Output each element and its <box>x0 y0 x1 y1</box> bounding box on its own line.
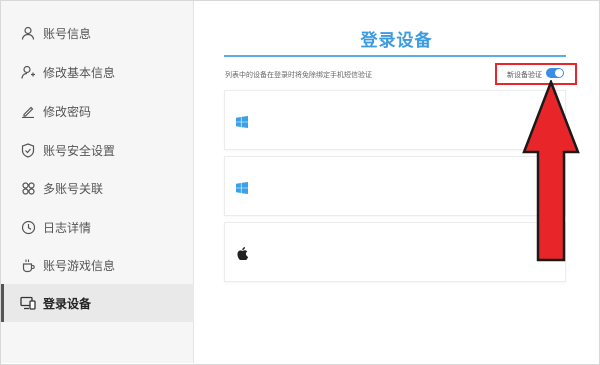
user-icon <box>20 25 36 41</box>
annotation-arrow-icon <box>522 80 580 262</box>
sidebar-item-label: 多账号关联 <box>43 181 104 196</box>
title-divider <box>224 55 566 57</box>
sidebar-item-label: 登录设备 <box>43 296 92 311</box>
sidebar-item-login-devices[interactable]: 登录设备 <box>1 284 194 322</box>
sidebar-item-label: 修改密码 <box>43 104 92 119</box>
sidebar-item-label: 账号游戏信息 <box>43 258 116 273</box>
user-edit-icon <box>20 64 36 80</box>
apple-icon <box>236 245 250 261</box>
sidebar-item-label: 修改基本信息 <box>43 65 116 80</box>
sidebar-item-game-info[interactable]: 账号游戏信息 <box>1 246 194 284</box>
sidebar-item-edit-info[interactable]: 修改基本信息 <box>1 53 194 91</box>
clock-icon <box>20 219 36 235</box>
sidebar: 账号信息 修改基本信息 修改密码 账号安全设置 多账号关联 日志详情 账号游戏信… <box>1 1 194 363</box>
sidebar-item-label: 账号安全设置 <box>43 143 116 158</box>
shield-icon <box>20 142 36 158</box>
linked-accounts-icon <box>20 180 36 196</box>
sidebar-item-change-password[interactable]: 修改密码 <box>1 92 194 130</box>
sidebar-item-security[interactable]: 账号安全设置 <box>1 131 194 169</box>
sidebar-item-label: 账号信息 <box>43 26 92 41</box>
devices-icon <box>20 295 36 311</box>
device-list-hint: 列表中的设备在登录时将免除绑定手机短信验证 <box>225 71 372 79</box>
sidebar-item-logs[interactable]: 日志详情 <box>1 208 194 246</box>
pencil-icon <box>20 103 36 119</box>
windows-icon <box>236 113 250 128</box>
device-card <box>224 156 566 216</box>
device-card <box>224 222 566 282</box>
sidebar-item-linked-accounts[interactable]: 多账号关联 <box>1 169 194 207</box>
cup-icon <box>20 257 36 273</box>
sidebar-item-account-info[interactable]: 账号信息 <box>1 14 194 52</box>
windows-icon <box>236 179 250 194</box>
device-card <box>224 90 566 150</box>
page-title: 登录设备 <box>360 31 433 51</box>
sidebar-item-label: 日志详情 <box>43 220 92 235</box>
